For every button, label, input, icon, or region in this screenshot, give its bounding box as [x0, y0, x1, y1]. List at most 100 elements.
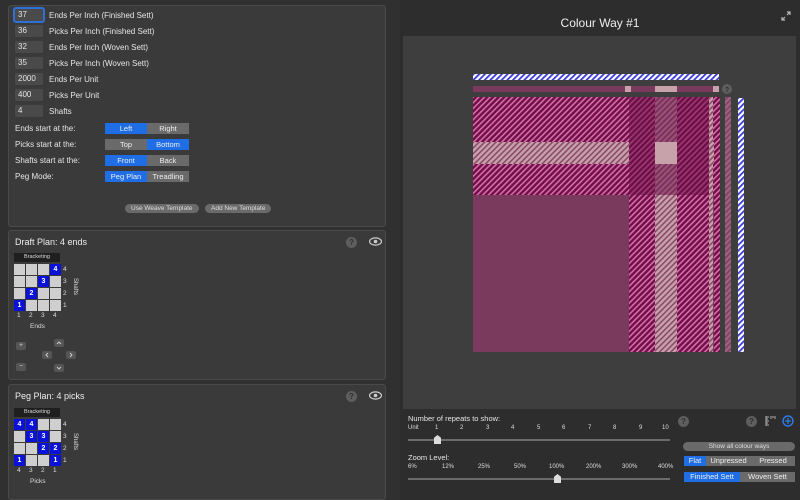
move-left-button[interactable]	[42, 351, 52, 359]
help-icon[interactable]: ?	[746, 416, 757, 427]
segment-back[interactable]: Back	[147, 155, 189, 166]
peg-grid: 4 4 3 3 2 2 1 1	[14, 419, 61, 466]
pick-number: 2	[41, 467, 45, 474]
value-input[interactable]: 4	[15, 105, 43, 117]
colour-way-title: Colour Way #1	[560, 16, 640, 30]
peg-cell[interactable]: 4	[14, 419, 25, 430]
option-label: Ends start at the:	[15, 124, 76, 133]
peg-cell[interactable]	[38, 455, 49, 466]
peg-cell[interactable]	[26, 443, 37, 454]
draft-plan-title: Draft Plan: 4 ends	[15, 237, 88, 247]
field-label: Ends Per Inch (Woven Sett)	[49, 42, 149, 52]
repeat-tick: 6	[562, 425, 566, 431]
remove-end-button[interactable]: −	[16, 363, 26, 371]
value-input[interactable]: 32	[15, 41, 43, 53]
expand-icon[interactable]	[780, 10, 792, 22]
draft-cell[interactable]	[26, 264, 37, 275]
add-end-button[interactable]: +	[16, 342, 26, 350]
finished-sett-button[interactable]: Finished Sett	[684, 472, 740, 482]
segmented-control: Top Bottom	[105, 139, 189, 150]
segment-peg-plan[interactable]: Peg Plan	[105, 171, 147, 182]
draft-cell[interactable]	[50, 276, 61, 287]
repeat-tick: 8	[613, 425, 617, 431]
peg-plan-title: Peg Plan: 4 picks	[15, 391, 85, 401]
peg-cell[interactable]: 3	[38, 431, 49, 442]
draft-cell[interactable]	[14, 264, 25, 275]
woven-sett-button[interactable]: Woven Sett	[740, 472, 795, 482]
pick-number: 3	[29, 467, 33, 474]
ruler-icon[interactable]	[764, 415, 776, 427]
option-peg-mode: Peg Mode: Peg Plan Treadling	[15, 171, 189, 182]
peg-cell[interactable]: 2	[50, 443, 61, 454]
field-picks-per-unit: 400 Picks Per Unit	[15, 89, 99, 101]
peg-cell[interactable]: 2	[38, 443, 49, 454]
draft-cell[interactable]	[14, 288, 25, 299]
end-number: 2	[29, 312, 33, 319]
segment-right[interactable]: Right	[147, 123, 189, 134]
zoom-tick: 25%	[478, 464, 491, 470]
repeats-slider-track[interactable]	[408, 439, 670, 441]
value-input[interactable]: 37	[13, 7, 45, 23]
peg-cell[interactable]	[38, 419, 49, 430]
help-icon[interactable]: ?	[678, 416, 689, 427]
segment-top[interactable]: Top	[105, 139, 147, 150]
zoom-tick: 100%	[549, 464, 565, 470]
draft-cell[interactable]	[26, 300, 37, 311]
repeat-tick: 7	[588, 425, 592, 431]
repeats-label: Number of repeats to show:	[408, 414, 501, 423]
move-down-button[interactable]	[54, 364, 64, 372]
zoom-tick: 12%	[442, 464, 455, 470]
peg-cell[interactable]	[14, 431, 25, 442]
add-new-template-button[interactable]: Add New Template	[205, 204, 272, 213]
use-weave-template-button[interactable]: Use Weave Template	[125, 204, 199, 213]
help-icon[interactable]: ?	[346, 391, 357, 402]
repeats-slider-thumb[interactable]	[434, 435, 441, 444]
value-input[interactable]: 35	[15, 57, 43, 69]
field-label: Picks Per Inch (Finished Sett)	[49, 26, 155, 36]
peg-cell[interactable]	[26, 455, 37, 466]
peg-cell[interactable]	[50, 431, 61, 442]
peg-cell[interactable]: 3	[26, 431, 37, 442]
peg-cell[interactable]: 1	[14, 455, 25, 466]
move-right-button[interactable]	[66, 351, 76, 359]
field-label: Shafts	[49, 106, 72, 116]
peg-cell[interactable]: 4	[26, 419, 37, 430]
draft-cell[interactable]: 3	[38, 276, 49, 287]
tartan-preview[interactable]: ?	[403, 36, 796, 409]
value-input[interactable]: 400	[15, 89, 43, 101]
preview-help-icon[interactable]: ?	[725, 87, 729, 94]
segment-bottom[interactable]: Bottom	[147, 139, 189, 150]
value-input[interactable]: 36	[15, 25, 43, 37]
segment-front[interactable]: Front	[105, 155, 147, 166]
draft-cell[interactable]	[38, 288, 49, 299]
eye-icon[interactable]	[368, 237, 383, 246]
draft-cell[interactable]	[14, 276, 25, 287]
peg-cell[interactable]	[14, 443, 25, 454]
peg-cell[interactable]: 1	[50, 455, 61, 466]
segment-left[interactable]: Left	[105, 123, 147, 134]
finish-flat-button[interactable]: Flat	[684, 456, 706, 466]
draft-cell[interactable]	[38, 264, 49, 275]
draft-cell[interactable]: 1	[14, 300, 25, 311]
zoom-slider-track[interactable]	[408, 478, 670, 480]
zoom-fit-icon[interactable]	[782, 415, 794, 427]
option-ends-start: Ends start at the: Left Right	[15, 123, 189, 134]
eye-icon[interactable]	[368, 391, 383, 400]
finish-unpressed-button[interactable]: Unpressed	[706, 456, 751, 466]
help-icon[interactable]: ?	[346, 237, 357, 248]
finish-pressed-button[interactable]: Pressed	[751, 456, 795, 466]
draft-cell[interactable]: 2	[26, 288, 37, 299]
draft-cell[interactable]	[38, 300, 49, 311]
value-input[interactable]: 2000	[15, 73, 43, 85]
show-all-colour-ways-button[interactable]: Show all colour ways	[683, 442, 795, 451]
draft-cell[interactable]	[50, 300, 61, 311]
draft-cell[interactable]	[26, 276, 37, 287]
segmented-control: Front Back	[105, 155, 189, 166]
peg-cell[interactable]	[50, 419, 61, 430]
draft-cell[interactable]: 4	[50, 264, 61, 275]
draft-cell[interactable]	[50, 288, 61, 299]
segment-treadling[interactable]: Treadling	[147, 171, 189, 182]
move-up-button[interactable]	[54, 339, 64, 347]
field-picks-per-inch-finished: 36 Picks Per Inch (Finished Sett)	[15, 25, 154, 37]
zoom-slider-thumb[interactable]	[554, 474, 561, 483]
